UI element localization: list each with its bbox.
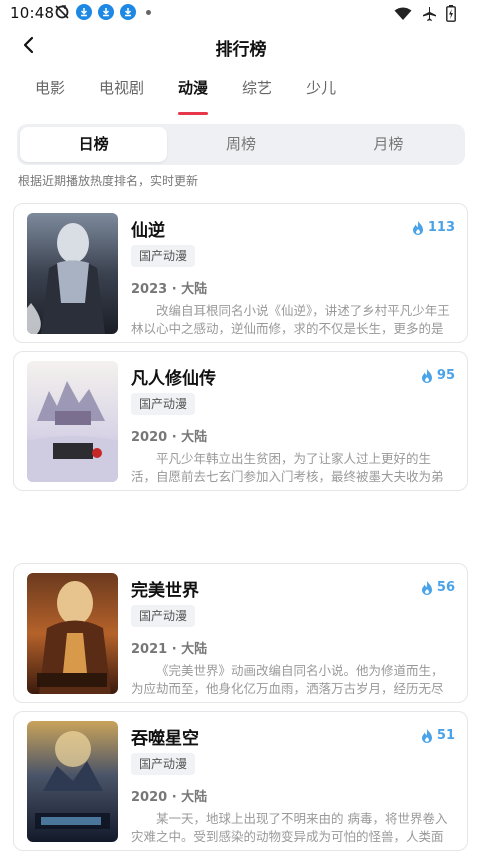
status-bar: 10:48 (0, 0, 482, 28)
genre-tag: 国产动漫 (131, 393, 196, 415)
more-notifications-icon (146, 9, 151, 15)
tab-monthly[interactable]: 月榜 (315, 127, 462, 162)
year-region: 2020 · 大陆 (131, 790, 208, 805)
heat-score: 51 (421, 728, 455, 743)
status-notifications (54, 4, 151, 20)
download-icon (76, 4, 92, 20)
poster-image (27, 573, 118, 694)
page-title: 排行榜 (215, 40, 267, 60)
item-description: 平凡少年韩立出生贫困，为了让家人过上更好的生活，自愿前去七玄门参加入门考核，最终… (131, 451, 444, 484)
item-description: 《完美世界》动画改编自同名小说。他为修道而生，为应劫而至，他身化亿万血雨，洒落万… (131, 663, 444, 696)
tab-kids[interactable]: 少儿 (289, 76, 353, 116)
item-title: 完美世界 (131, 581, 199, 601)
download-icon (98, 4, 114, 20)
heat-value: 56 (436, 580, 455, 595)
heat-score: 95 (421, 368, 455, 383)
genre-tag: 国产动漫 (131, 245, 196, 267)
tab-weekly[interactable]: 周榜 (167, 127, 314, 162)
poster-image (27, 213, 118, 334)
ranking-card[interactable]: 吞噬星空 51 国产动漫 2020 · 大陆 某一天，地球上出现了不明来由的 病… (13, 711, 468, 851)
heat-score: 56 (421, 580, 455, 595)
item-title: 凡人修仙传 (131, 369, 216, 389)
download-icon (120, 4, 136, 20)
item-title: 吞噬星空 (131, 729, 199, 749)
heat-score: 113 (412, 220, 455, 235)
heat-value: 51 (436, 728, 455, 743)
flame-icon (421, 580, 432, 595)
ranking-card[interactable]: 仙逆 113 国产动漫 2023 · 大陆 改编自耳根同名小说《仙逆》，讲述了乡… (13, 203, 468, 343)
ranking-card[interactable]: 凡人修仙传 95 国产动漫 2020 · 大陆 平凡少年韩立出生贫困，为了让家人… (13, 351, 468, 491)
ranking-hint: 根据近期播放热度排名，实时更新 (18, 174, 199, 188)
poster-image (27, 361, 118, 482)
year-region: 2023 · 大陆 (131, 282, 208, 297)
genre-tag: 国产动漫 (131, 753, 196, 775)
flame-icon (412, 220, 423, 235)
category-tabs: 电影 电视剧 动漫 综艺 少儿 (18, 76, 353, 116)
tab-anime[interactable]: 动漫 (161, 76, 225, 116)
poster-image (27, 721, 118, 842)
tab-movie[interactable]: 电影 (18, 76, 82, 116)
year-region: 2021 · 大陆 (131, 642, 208, 657)
heat-value: 113 (427, 220, 455, 235)
tab-tv-series[interactable]: 电视剧 (82, 76, 161, 116)
app-header: 排行榜 (0, 28, 482, 64)
battery-icon (446, 5, 456, 22)
ranking-card[interactable]: 完美世界 56 国产动漫 2021 · 大陆 《完美世界》动画改编自同名小说。他… (13, 563, 468, 703)
status-system-icons (394, 5, 456, 22)
sync-icon (55, 5, 69, 19)
year-region: 2020 · 大陆 (131, 430, 208, 445)
item-description: 某一天，地球上出现了不明来由的 病毒，将世界卷入灾难之中。受到感染的动物变异成为… (131, 811, 448, 844)
tab-daily[interactable]: 日榜 (20, 127, 168, 162)
item-description: 改编自耳根同名小说《仙逆》，讲述了乡村平凡少年王林以心中之感动，逆仙而修，求的不… (131, 303, 450, 336)
status-time: 10:48 (10, 4, 55, 22)
airplane-icon (423, 6, 436, 21)
genre-tag: 国产动漫 (131, 605, 196, 627)
wifi-icon (394, 7, 412, 20)
rank-period-tabs: 日榜 周榜 月榜 (17, 124, 465, 165)
item-title: 仙逆 (131, 221, 165, 241)
tab-variety[interactable]: 综艺 (225, 76, 289, 116)
heat-value: 95 (436, 368, 455, 383)
flame-icon (421, 368, 432, 383)
flame-icon (421, 728, 432, 743)
